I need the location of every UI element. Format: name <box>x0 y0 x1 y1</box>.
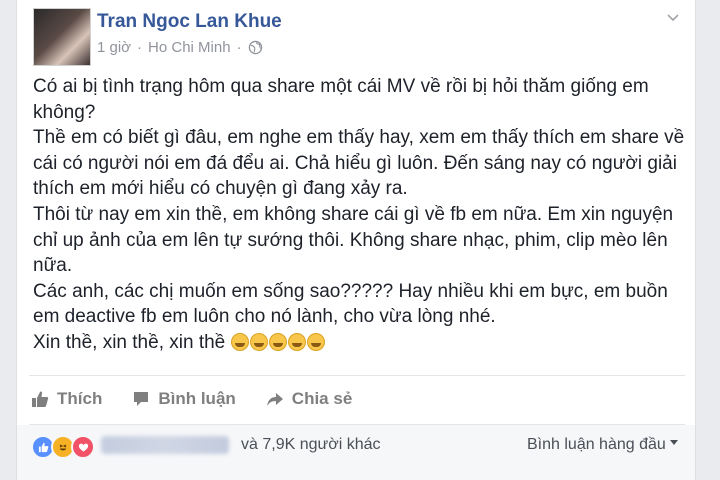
comment-label: Bình luận <box>158 389 236 408</box>
post-last-line: Xin thề, xin thề, xin thề <box>33 330 683 356</box>
chevron-down-icon[interactable] <box>665 10 681 26</box>
emoji-row <box>230 332 326 353</box>
grinning-squint-emoji <box>230 332 249 351</box>
like-label: Thích <box>57 389 103 408</box>
meta-separator-2: · <box>236 39 242 56</box>
blurred-friend-name[interactable] <box>101 436 229 454</box>
post-line: không? <box>33 101 96 123</box>
post-line: Các anh, các chị muốn em sống sao????? H… <box>33 280 668 302</box>
grinning-squint-emoji <box>287 332 306 351</box>
post-line: Thề em có biết gì đâu, em nghe em thấy h… <box>33 127 685 149</box>
post-timestamp[interactable]: 1 giờ <box>97 39 131 56</box>
grinning-squint-emoji <box>306 332 325 351</box>
post-line: Thôi từ nay em xin thề, em không share c… <box>33 203 674 225</box>
post-line: nữa. <box>33 255 73 277</box>
thumbs-up-icon <box>32 391 49 407</box>
like-button[interactable]: Thích <box>31 386 102 412</box>
share-button[interactable]: Chia sẻ <box>266 386 352 412</box>
post-line: Có ai bị tình trạng hôm qua share một cá… <box>33 76 649 97</box>
author-avatar[interactable] <box>33 8 91 66</box>
post-meta: 1 giờ · Ho Chi Minh · <box>97 39 263 56</box>
caret-down-icon <box>669 439 678 445</box>
reaction-icons[interactable] <box>31 435 95 459</box>
divider <box>29 375 685 376</box>
post-line-text: Xin thề, xin thề, xin thề <box>33 331 226 353</box>
share-arrow-icon <box>266 393 283 406</box>
comment-sort-label: Bình luận hàng đầu <box>527 436 666 453</box>
post-line: em deactive fb em luôn cho nó lành, cho … <box>33 306 496 328</box>
grinning-squint-emoji <box>268 332 287 351</box>
comment-button[interactable]: Bình luận <box>132 386 236 412</box>
action-bar: Thích Bình luận Chia sẻ <box>31 386 382 412</box>
meta-separator: · <box>137 39 143 56</box>
author-name-link[interactable]: Tran Ngoc Lan Khue <box>97 11 282 33</box>
post-line: chỉ up ảnh của em lên tự sướng thôi. Khô… <box>33 229 668 251</box>
post-line: cái có người nói em đá đểu ai. Chả hiểu … <box>33 152 677 174</box>
comment-sort-dropdown[interactable]: Bình luận hàng đầu <box>527 436 678 454</box>
post-location[interactable]: Ho Chi Minh <box>148 39 231 56</box>
post-body: Có ai bị tình trạng hôm qua share một cá… <box>33 74 685 356</box>
reactions-footer: và 7,9K người khác Bình luận hàng đầu <box>17 425 695 480</box>
share-label: Chia sẻ <box>291 389 353 408</box>
comment-icon <box>134 392 149 406</box>
grinning-squint-emoji <box>249 332 268 351</box>
reactions-others-link[interactable]: và 7,9K người khác <box>241 436 381 454</box>
globe-icon[interactable] <box>248 40 263 55</box>
post-line: thích em mới hiểu có chuyện gì đang xảy … <box>33 178 408 200</box>
post-card: Tran Ngoc Lan Khue 1 giờ · Ho Chi Minh ·… <box>16 0 696 480</box>
love-reaction-icon <box>71 435 95 459</box>
